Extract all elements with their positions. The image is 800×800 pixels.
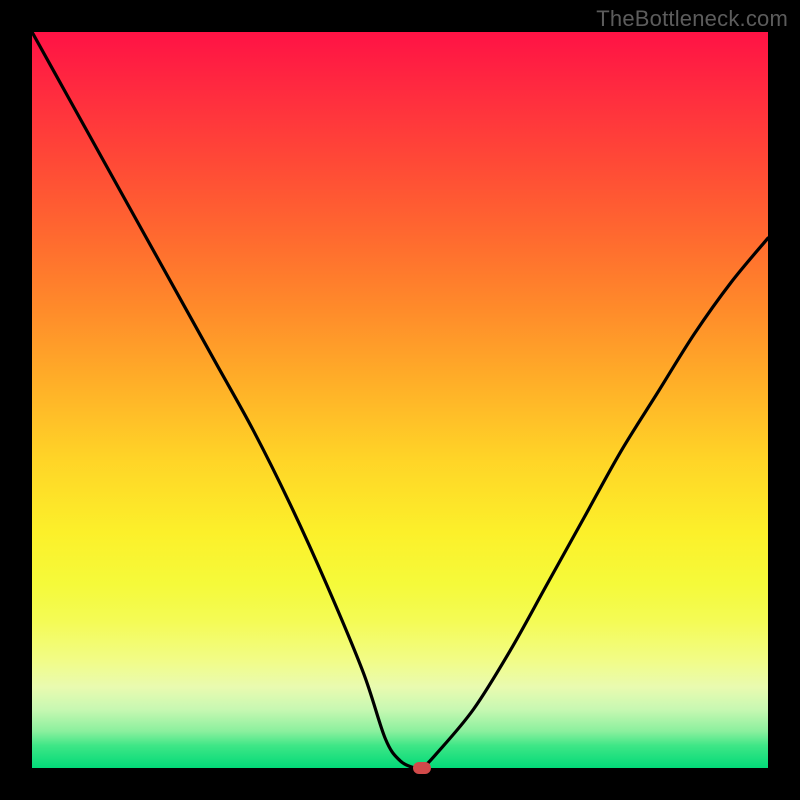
bottleneck-curve	[32, 32, 768, 768]
watermark-text: TheBottleneck.com	[596, 6, 788, 32]
chart-stage: TheBottleneck.com	[0, 0, 800, 800]
plot-area	[32, 32, 768, 768]
optimal-point-marker	[413, 762, 431, 774]
